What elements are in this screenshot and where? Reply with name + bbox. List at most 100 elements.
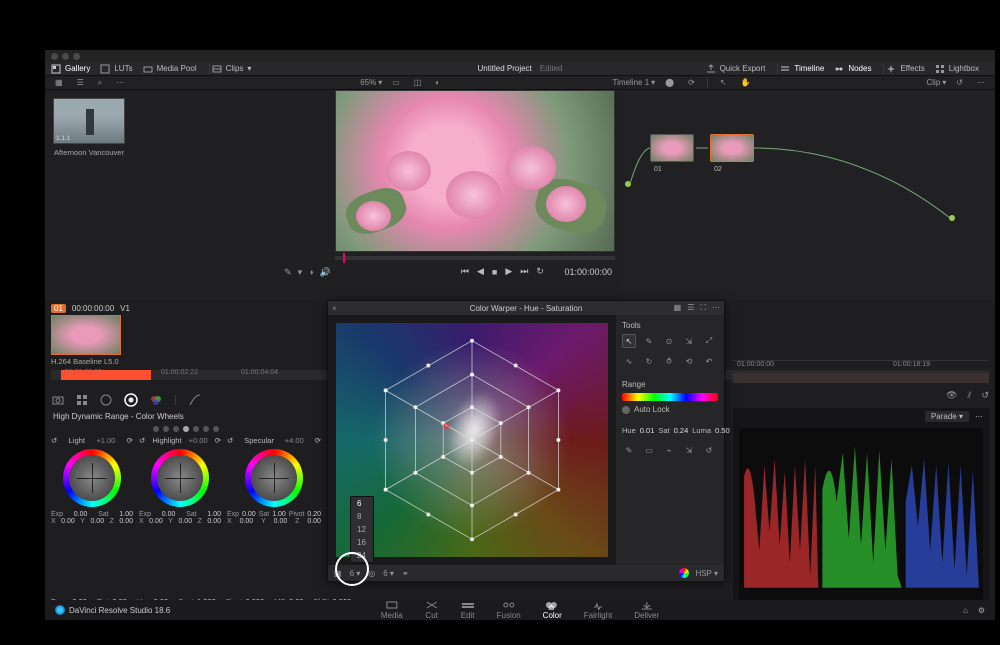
chevron-down-icon[interactable]: ▾ <box>298 267 303 278</box>
waveform-icon[interactable]: ⫽ <box>967 390 971 406</box>
palette-wheels-icon[interactable] <box>99 393 113 407</box>
eye-icon[interactable]: 👁 <box>946 390 957 406</box>
rotate-tool-icon[interactable]: ↻ <box>642 354 656 368</box>
viewer-canvas[interactable] <box>335 90 615 252</box>
view-list-icon[interactable]: ☰ <box>73 78 88 87</box>
reseticon2[interactable]: ↺ <box>702 443 716 457</box>
topbar-gallery[interactable]: Gallery <box>51 64 90 74</box>
mask-icon[interactable]: ◑ <box>308 267 313 278</box>
home-icon[interactable]: ⌂ <box>963 606 968 615</box>
res-option-6[interactable]: 6 <box>351 497 373 510</box>
topbar-mediapool[interactable]: Media Pool <box>143 64 197 74</box>
pencil-icon[interactable]: ✎ <box>622 443 636 457</box>
traffic-min[interactable] <box>62 53 69 60</box>
topbar-quickexport[interactable]: Quick Export <box>706 64 766 74</box>
reset-tool-icon[interactable]: ⟲ <box>682 354 696 368</box>
aspect-icon[interactable]: ▭ <box>388 78 404 87</box>
pull-tool-icon[interactable]: ⇲ <box>682 334 696 348</box>
loop-icon[interactable]: ↻ <box>536 266 544 277</box>
footer-res2-dd[interactable]: 6 ▾ <box>383 569 394 578</box>
palette-rgb-icon[interactable] <box>149 393 163 407</box>
range-bar[interactable] <box>622 393 718 401</box>
first-frame-icon[interactable]: ⏮ <box>461 266 469 277</box>
color-wheel[interactable] <box>245 449 303 507</box>
view-stills-icon[interactable]: ▦ <box>51 78 67 87</box>
wheel-reset-icon[interactable]: ↺ <box>51 436 57 445</box>
more-icon[interactable]: ⋯ <box>112 78 128 87</box>
page-tab-fusion[interactable]: Fusion <box>497 600 521 620</box>
hue-value[interactable]: 0.01 <box>640 426 655 435</box>
color-wheel[interactable] <box>63 449 121 507</box>
twist-tool-icon[interactable]: ⥀ <box>662 354 676 368</box>
node-02[interactable] <box>710 134 754 162</box>
topbar-lightbox[interactable]: Lightbox <box>935 64 979 74</box>
wheel-reset-icon[interactable]: ↺ <box>139 436 145 445</box>
feather-icon[interactable]: ⌁ <box>662 443 676 457</box>
palette-hdr-icon[interactable] <box>123 392 139 408</box>
page-tab-color[interactable]: Color <box>543 600 562 620</box>
res-option-12[interactable]: 12 <box>351 523 373 536</box>
pin-tool-icon[interactable]: ⊙ <box>662 334 676 348</box>
warper-titlebar[interactable]: × Color Warper - Hue - Saturation ▦ ☰ ⛶ … <box>328 301 724 315</box>
undo-tool-icon[interactable]: ↶ <box>702 354 716 368</box>
topbar-clips-dd[interactable]: Clips ▾ <box>212 64 252 74</box>
expand-icon[interactable]: ⛶ <box>700 303 706 313</box>
palette-curves-icon[interactable] <box>188 393 202 407</box>
scopes-mode-dd[interactable]: Parade ▾ <box>925 411 969 422</box>
autolock-toggle[interactable]: Auto Lock <box>622 405 718 414</box>
wheel-offset[interactable]: +4.00 <box>285 436 304 445</box>
scopes-more-icon[interactable]: ⋯ <box>975 412 983 421</box>
grid-view-icon[interactable]: ▦ <box>674 303 682 313</box>
footer-mode-dd[interactable]: HSP ▾ <box>695 569 718 578</box>
wheel-offset[interactable]: +1.00 <box>96 436 115 445</box>
list-view-icon[interactable]: ☰ <box>687 303 694 313</box>
clip-dd[interactable]: Clip ▾ <box>927 78 947 87</box>
page-tab-edit[interactable]: Edit <box>461 600 475 620</box>
timeline-clip-block[interactable] <box>733 373 989 383</box>
highlight-icon[interactable]: ◐ <box>431 78 444 87</box>
picker-icon[interactable]: ✎ <box>284 267 292 278</box>
resolution-menu[interactable]: 68121624 <box>350 496 374 563</box>
clip-thumb[interactable] <box>51 315 121 355</box>
select-tool-icon[interactable]: ↖ <box>622 334 636 348</box>
zoom-dd[interactable]: 65% ▾ <box>360 78 382 87</box>
play-icon[interactable]: ▶ <box>505 266 512 277</box>
search-icon[interactable]: ⌕ <box>94 78 106 88</box>
contract-icon[interactable]: ⇲ <box>682 443 696 457</box>
topbar-effects[interactable]: Effects <box>886 64 924 74</box>
node-01[interactable] <box>650 134 694 162</box>
topbar-timeline[interactable]: Timeline <box>780 64 824 74</box>
footer-radial-icon[interactable]: ◎ <box>368 569 375 578</box>
wheel-reset2-icon[interactable]: ⟳ <box>215 436 221 445</box>
sat-value[interactable]: 0.24 <box>674 426 689 435</box>
eraser-icon[interactable]: ▭ <box>642 443 656 457</box>
draw-tool-icon[interactable]: ✎ <box>642 334 656 348</box>
res-option-24[interactable]: 24 <box>351 549 373 562</box>
luma-value[interactable]: 0.50 <box>715 426 730 435</box>
record-icon[interactable]: ⬤ <box>661 78 678 87</box>
page-tab-media[interactable]: Media <box>381 600 403 620</box>
color-wheel[interactable] <box>151 449 209 507</box>
reset-icon[interactable]: ↺ <box>952 78 967 87</box>
topbar-luts[interactable]: LUTs <box>100 64 132 74</box>
page-tab-fairlight[interactable]: Fairlight <box>584 600 612 620</box>
reset-scope-icon[interactable]: ↺ <box>981 390 989 406</box>
more-icon[interactable]: ⋯ <box>712 303 720 313</box>
traffic-max[interactable] <box>73 53 80 60</box>
pointer-icon[interactable]: ↖ <box>716 78 731 87</box>
topbar-nodes[interactable]: Nodes <box>834 64 871 74</box>
palette-colorchecker-icon[interactable] <box>75 393 89 407</box>
wheel-reset2-icon[interactable]: ⟳ <box>315 436 321 445</box>
timeline-dd[interactable]: Timeline 1 ▾ <box>613 78 656 87</box>
footer-link-icon[interactable]: ⚭ <box>402 569 409 578</box>
palette-camera-raw-icon[interactable] <box>51 393 65 407</box>
footer-grid-icon[interactable]: ▦ <box>334 569 342 578</box>
wheel-reset2-icon[interactable]: ⟳ <box>127 436 133 445</box>
mute-icon[interactable]: 🔊 <box>320 267 331 278</box>
playhead[interactable] <box>343 253 345 263</box>
render-icon[interactable]: ⟳ <box>684 78 699 87</box>
next-frame-icon[interactable]: ⏭ <box>520 266 528 277</box>
zone-tabs[interactable] <box>51 426 321 432</box>
expand-tool-icon[interactable]: ⤢ <box>702 334 716 348</box>
settings-icon[interactable]: ⚙ <box>978 606 985 615</box>
